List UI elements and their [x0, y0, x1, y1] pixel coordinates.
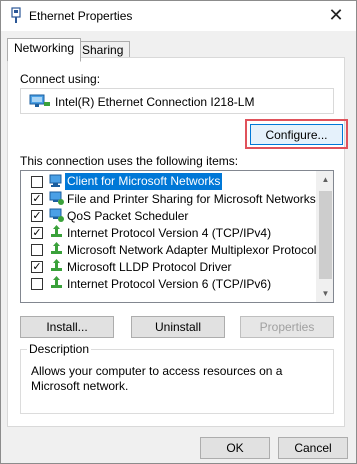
description-group: Description Allows your computer to acce…: [20, 342, 334, 414]
item-checkbox[interactable]: ✓: [31, 261, 43, 273]
list-item[interactable]: Internet Protocol Version 6 (TCP/IPv6): [21, 275, 317, 292]
protocol-icon: [51, 259, 62, 271]
item-checkbox[interactable]: [31, 176, 43, 188]
item-label: Microsoft Network Adapter Multiplexor Pr…: [67, 243, 317, 257]
item-label: Internet Protocol Version 6 (TCP/IPv6): [67, 277, 272, 291]
install-button[interactable]: Install...: [20, 316, 114, 338]
network-client-icon: [49, 174, 62, 187]
tab-strip: Sharing Networking: [1, 31, 356, 62]
properties-button[interactable]: Properties: [240, 316, 334, 338]
description-legend: Description: [27, 342, 92, 356]
list-item[interactable]: ✓ File and Printer Sharing for Microsoft…: [21, 190, 317, 207]
adapter-name: Intel(R) Ethernet Connection I218-LM: [55, 95, 255, 109]
list-item[interactable]: ✓ QoS Packet Scheduler: [21, 207, 317, 224]
item-checkbox[interactable]: ✓: [31, 193, 43, 205]
description-text: Allows your computer to access resources…: [31, 364, 283, 393]
close-icon[interactable]: ✕: [316, 1, 356, 30]
item-label: File and Printer Sharing for Microsoft N…: [67, 192, 316, 206]
item-label: Client for Microsoft Networks: [65, 173, 223, 190]
uninstall-button[interactable]: Uninstall: [131, 316, 225, 338]
cancel-button[interactable]: Cancel: [278, 437, 348, 459]
item-label: Microsoft LLDP Protocol Driver: [67, 260, 232, 274]
scroll-down-icon[interactable]: ▼: [317, 285, 333, 302]
network-service-icon: [49, 191, 64, 205]
components-list[interactable]: Client for Microsoft Networks ✓ File and…: [20, 170, 334, 303]
list-item[interactable]: ✓ Internet Protocol Version 4 (TCP/IPv4): [21, 224, 317, 241]
protocol-icon: [51, 276, 62, 288]
networking-panel: Connect using: Intel(R) Ethernet Connect…: [7, 57, 348, 427]
adapter-field: Intel(R) Ethernet Connection I218-LM: [20, 88, 334, 114]
item-label: Internet Protocol Version 4 (TCP/IPv4): [67, 226, 272, 240]
protocol-icon: [51, 225, 62, 237]
list-item[interactable]: Client for Microsoft Networks: [21, 173, 317, 190]
configure-button[interactable]: Configure...: [250, 124, 343, 145]
item-checkbox[interactable]: ✓: [31, 227, 43, 239]
list-item[interactable]: ✓ Microsoft LLDP Protocol Driver: [21, 258, 317, 275]
item-checkbox[interactable]: [31, 278, 43, 290]
title-bar: Ethernet Properties ✕: [1, 1, 356, 31]
ok-button[interactable]: OK: [200, 437, 270, 459]
network-service-icon: [49, 208, 64, 222]
scroll-up-icon[interactable]: ▲: [317, 171, 333, 188]
scrollbar-thumb[interactable]: [319, 191, 332, 279]
connect-using-label: Connect using:: [20, 72, 101, 86]
list-item[interactable]: Microsoft Network Adapter Multiplexor Pr…: [21, 241, 317, 258]
items-label: This connection uses the following items…: [20, 154, 239, 168]
ethernet-adapter-icon: [11, 7, 21, 23]
window-title: Ethernet Properties: [29, 9, 133, 23]
tab-networking[interactable]: Networking: [7, 38, 82, 62]
list-scrollbar[interactable]: ▲ ▼: [316, 171, 333, 302]
ethernet-properties-dialog: Ethernet Properties ✕ Sharing Networking…: [0, 0, 357, 464]
item-label: QoS Packet Scheduler: [67, 209, 189, 223]
network-adapter-icon: [29, 94, 50, 107]
protocol-icon: [51, 242, 62, 254]
item-checkbox[interactable]: [31, 244, 43, 256]
item-checkbox[interactable]: ✓: [31, 210, 43, 222]
